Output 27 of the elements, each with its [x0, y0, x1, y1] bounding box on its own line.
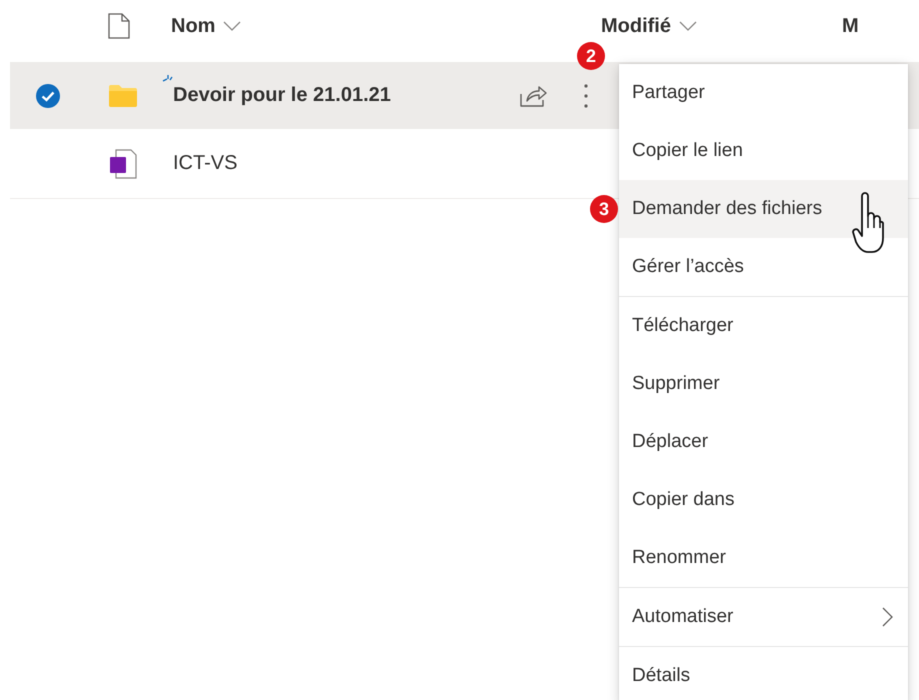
menu-item[interactable]: Automatiser: [619, 588, 908, 646]
menu-item[interactable]: Demander des fichiers: [619, 180, 908, 238]
chevron-right-icon: [882, 607, 894, 627]
menu-item[interactable]: Supprimer: [619, 355, 908, 413]
column-header[interactable]: M: [842, 14, 859, 38]
step-badge: 3: [590, 195, 618, 223]
menu-item[interactable]: Télécharger: [619, 297, 908, 355]
column-header[interactable]: Modifié: [601, 14, 671, 38]
file-name[interactable]: Devoir pour le 21.01.21: [173, 84, 391, 106]
checked-circle-icon[interactable]: [36, 84, 60, 108]
column-header[interactable]: Nom: [171, 14, 216, 38]
menu-item[interactable]: Détails: [619, 647, 908, 700]
hand-cursor-icon: [852, 192, 884, 256]
file-name[interactable]: ICT-VS: [173, 152, 238, 174]
menu-item[interactable]: Gérer l’accès: [619, 238, 908, 296]
step-badge: 2: [577, 42, 605, 70]
more-options-icon[interactable]: [583, 82, 589, 108]
menu-item[interactable]: Copier dans: [619, 471, 908, 529]
menu-item[interactable]: Partager: [619, 64, 908, 122]
sort-caret-icon[interactable]: [223, 21, 242, 31]
folder-icon: [108, 84, 138, 108]
menu-item[interactable]: Déplacer: [619, 413, 908, 471]
menu-item[interactable]: Renommer: [619, 529, 908, 587]
file-type-icon: [108, 13, 130, 39]
share-icon[interactable]: [519, 84, 547, 108]
sort-caret-icon[interactable]: [679, 21, 697, 31]
notebook-icon: [109, 148, 137, 178]
